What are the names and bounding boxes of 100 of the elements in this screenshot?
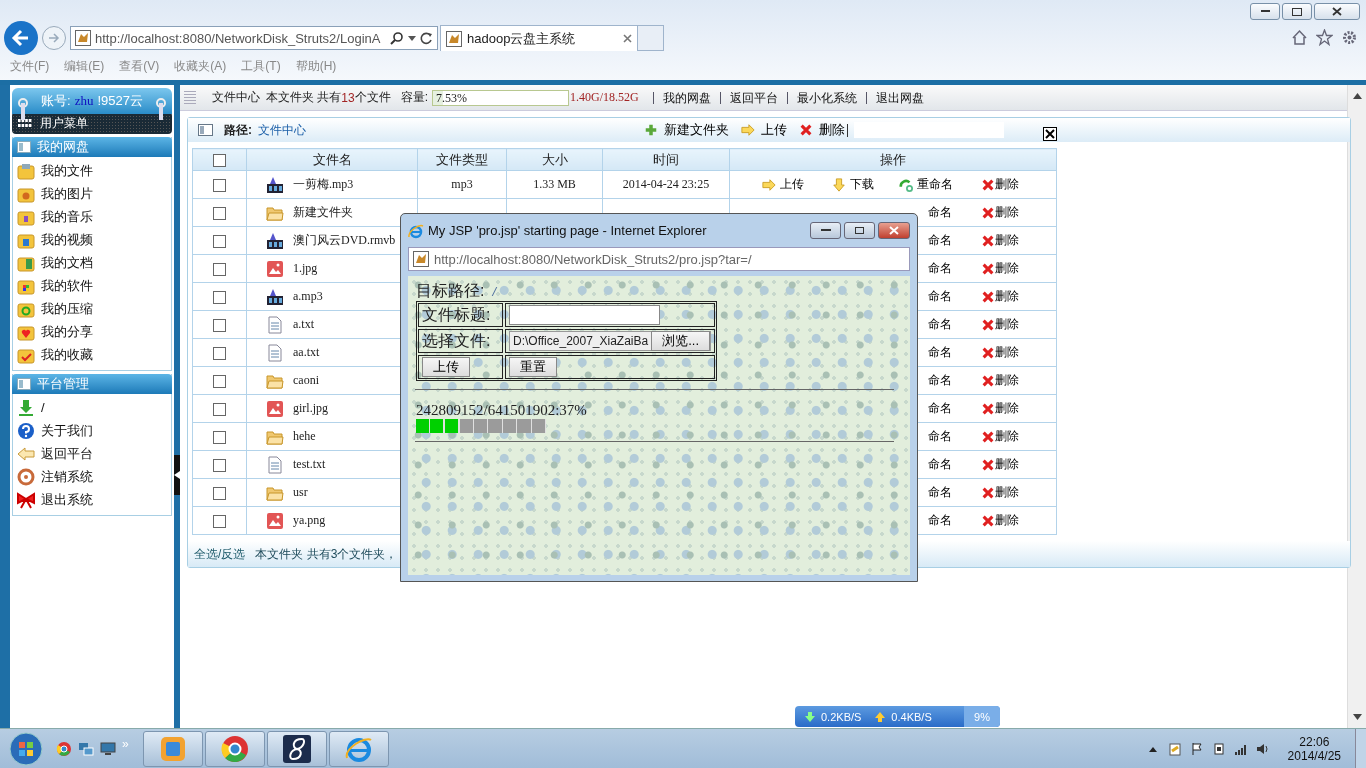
scroll-down-icon[interactable]: [1352, 714, 1362, 720]
sidebar-item[interactable]: 我的文件: [17, 159, 171, 182]
file-name[interactable]: caoni: [293, 373, 319, 388]
sidebar-item[interactable]: 我的收藏: [17, 343, 171, 366]
rename-link[interactable]: 命名: [928, 400, 952, 417]
upload-link[interactable]: 上传: [762, 176, 804, 193]
rename-link[interactable]: 命名: [928, 288, 952, 305]
path-link[interactable]: 文件中心: [258, 121, 306, 139]
clock-date[interactable]: 2014/4/25: [1287, 749, 1341, 763]
select-all-checkbox[interactable]: [213, 154, 226, 168]
download-link[interactable]: 下载: [832, 176, 874, 193]
row-checkbox[interactable]: [213, 234, 226, 248]
menu-item[interactable]: 编辑(E): [64, 57, 105, 75]
rename-link[interactable]: 命名: [928, 232, 952, 249]
address-bar[interactable]: http://localhost:8080/NetworkDisk_Struts2/LoginA: [70, 26, 438, 50]
sidebar-item[interactable]: 我的图片: [17, 182, 171, 205]
row-checkbox[interactable]: [213, 430, 226, 444]
user-menu-bar[interactable]: 用户菜单: [12, 112, 172, 134]
collapse-handle[interactable]: [174, 455, 180, 495]
top-link[interactable]: 退出网盘: [865, 91, 933, 104]
row-checkbox[interactable]: [213, 486, 226, 500]
search-icon[interactable]: [390, 31, 404, 45]
minimize-button[interactable]: [1250, 3, 1280, 20]
file-name[interactable]: a.mp3: [293, 289, 323, 304]
start-button[interactable]: [8, 731, 44, 767]
delete-link[interactable]: 删除: [981, 232, 1019, 249]
taskbar-app[interactable]: [266, 731, 327, 767]
delete-link[interactable]: 删除: [981, 456, 1019, 473]
sidebar-item[interactable]: 关于我们: [17, 419, 171, 442]
sidebar-item[interactable]: /: [17, 396, 171, 419]
delete-link[interactable]: 删除: [981, 176, 1019, 193]
row-checkbox[interactable]: [213, 514, 226, 528]
rename-link[interactable]: 命名: [928, 260, 952, 277]
caret-icon[interactable]: [408, 35, 416, 41]
menu-item[interactable]: 收藏夹(A): [174, 57, 227, 75]
new-folder-button[interactable]: 新建文件夹: [644, 121, 729, 139]
upload-button[interactable]: 上传: [741, 121, 787, 139]
rename-link[interactable]: 命名: [928, 512, 952, 529]
sidebar-item[interactable]: 我的音乐: [17, 205, 171, 228]
sidebar-item[interactable]: 我的压缩: [17, 297, 171, 320]
sidebar-item[interactable]: 我的分享: [17, 320, 171, 343]
signal-icon[interactable]: [1233, 742, 1248, 756]
rename-link[interactable]: 命名: [928, 344, 952, 361]
row-checkbox[interactable]: [213, 206, 226, 220]
delete-link[interactable]: 删除: [981, 372, 1019, 389]
top-link[interactable]: 返回平台: [719, 91, 787, 104]
delete-button[interactable]: 删除: [799, 121, 845, 139]
network-icon[interactable]: [78, 741, 94, 757]
rename-link[interactable]: 命名: [928, 456, 952, 473]
upload-button[interactable]: 上传: [422, 357, 470, 377]
sidebar-item[interactable]: 我的视频: [17, 228, 171, 251]
select-all-link[interactable]: 全选/反选: [194, 545, 246, 563]
row-checkbox[interactable]: [213, 262, 226, 276]
sidebar-item[interactable]: 退出系统: [17, 488, 171, 511]
file-name[interactable]: test.txt: [293, 457, 326, 472]
row-checkbox[interactable]: [213, 178, 226, 192]
power-icon[interactable]: [1211, 742, 1226, 756]
delete-link[interactable]: 删除: [981, 400, 1019, 417]
maximize-button[interactable]: [1282, 3, 1312, 20]
volume-icon[interactable]: [1255, 742, 1270, 756]
rename-link[interactable]: 命名: [928, 372, 952, 389]
file-name[interactable]: a.txt: [293, 317, 314, 332]
close-button[interactable]: [878, 222, 910, 239]
row-checkbox[interactable]: [213, 290, 226, 304]
delete-link[interactable]: 删除: [981, 316, 1019, 333]
close-icon[interactable]: [1043, 127, 1057, 141]
title-field[interactable]: [509, 305, 660, 325]
top-link[interactable]: 我的网盘: [652, 91, 720, 104]
row-checkbox[interactable]: [213, 402, 226, 416]
rename-link[interactable]: 命名: [928, 204, 952, 221]
file-name[interactable]: 1.jpg: [293, 261, 318, 276]
file-name[interactable]: usr: [293, 485, 308, 500]
clock-time[interactable]: 22:06: [1299, 735, 1330, 749]
row-checkbox[interactable]: [213, 458, 226, 472]
back-button[interactable]: [4, 21, 38, 55]
home-icon[interactable]: [1291, 29, 1308, 46]
flag-icon[interactable]: [1189, 742, 1204, 756]
delete-link[interactable]: 删除: [981, 344, 1019, 361]
file-name[interactable]: ya.png: [293, 513, 326, 528]
maximize-button[interactable]: [844, 222, 875, 239]
scrollbar[interactable]: [1347, 85, 1366, 728]
file-name[interactable]: hehe: [293, 429, 316, 444]
clipboard-icon[interactable]: [1167, 742, 1182, 756]
rename-link[interactable]: 命名: [928, 428, 952, 445]
delete-link[interactable]: 删除: [981, 512, 1019, 529]
sidebar-item[interactable]: 我的文档: [17, 251, 171, 274]
delete-link[interactable]: 删除: [981, 484, 1019, 501]
sidebar-item[interactable]: 注销系统: [17, 465, 171, 488]
close-button[interactable]: [1314, 3, 1360, 20]
file-field[interactable]: D:\Office_2007_XiaZaiBa 浏览...: [509, 331, 712, 351]
file-name[interactable]: girl.jpg: [293, 401, 328, 416]
refresh-icon[interactable]: [420, 31, 433, 45]
browser-tab[interactable]: hadoop云盘主系统: [440, 25, 638, 51]
sidebar-item[interactable]: 我的软件: [17, 274, 171, 297]
reset-button[interactable]: 重置: [509, 357, 557, 377]
rename-link[interactable]: 重命名: [899, 176, 953, 193]
settings-icon[interactable]: [1341, 29, 1358, 46]
row-checkbox[interactable]: [213, 374, 226, 388]
rename-link[interactable]: 命名: [928, 484, 952, 501]
star-icon[interactable]: [1316, 29, 1333, 46]
